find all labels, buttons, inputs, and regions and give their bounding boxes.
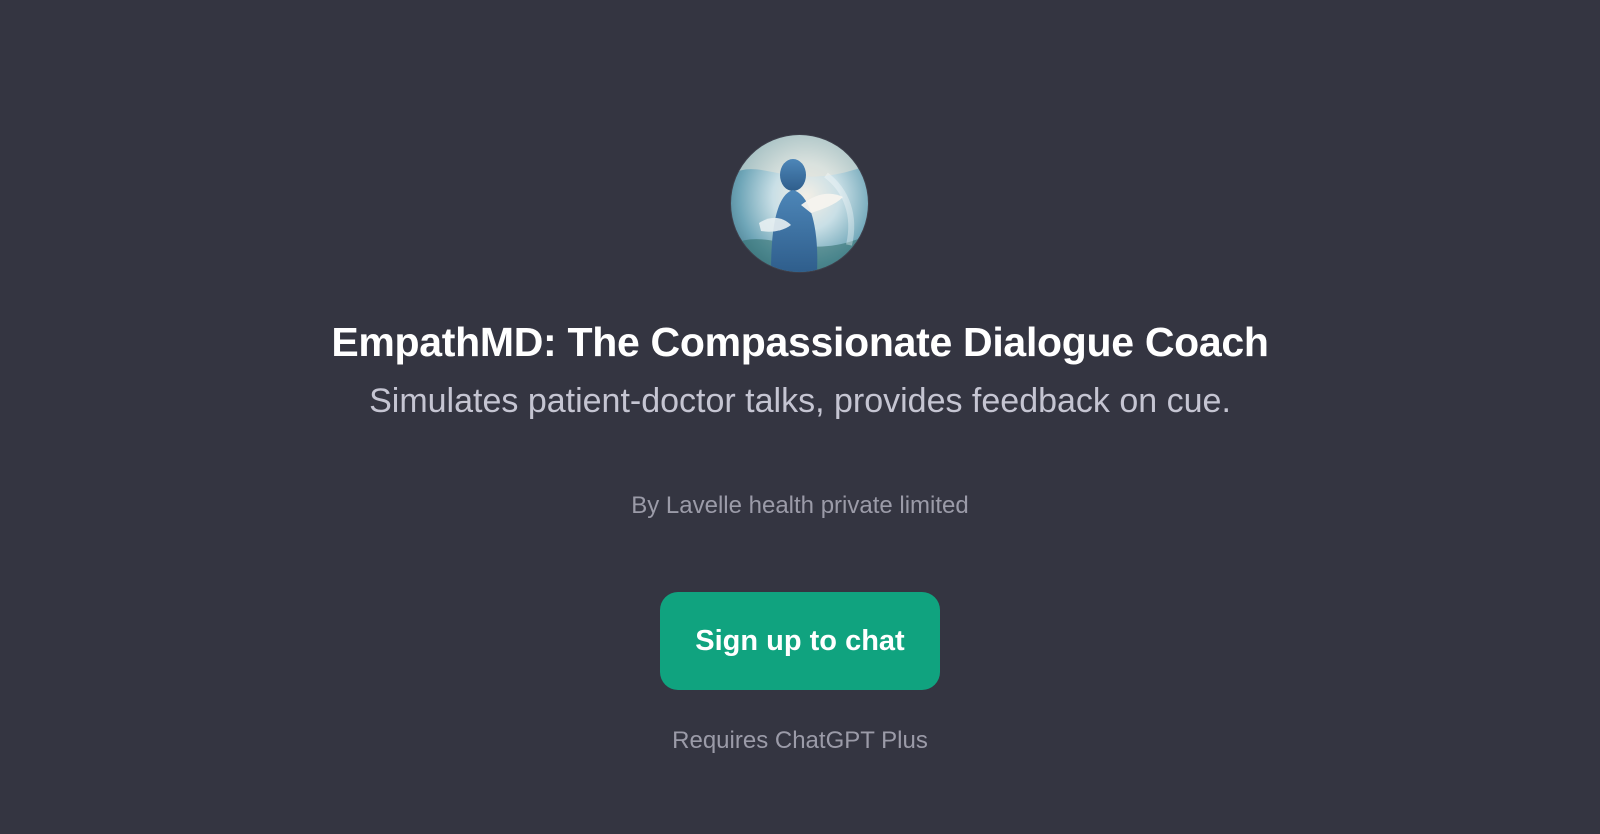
sign-up-to-chat-button[interactable]: Sign up to chat [660, 592, 940, 690]
sign-up-button-label: Sign up to chat [695, 624, 905, 657]
gpt-description: Simulates patient-doctor talks, provides… [369, 382, 1231, 420]
gpt-author: By Lavelle health private limited [631, 492, 969, 519]
empathmd-logo-icon [731, 135, 868, 272]
gpt-landing-page: EmpathMD: The Compassionate Dialogue Coa… [0, 0, 1600, 834]
gpt-title: EmpathMD: The Compassionate Dialogue Coa… [331, 319, 1269, 365]
requires-plus-note: Requires ChatGPT Plus [672, 727, 928, 754]
